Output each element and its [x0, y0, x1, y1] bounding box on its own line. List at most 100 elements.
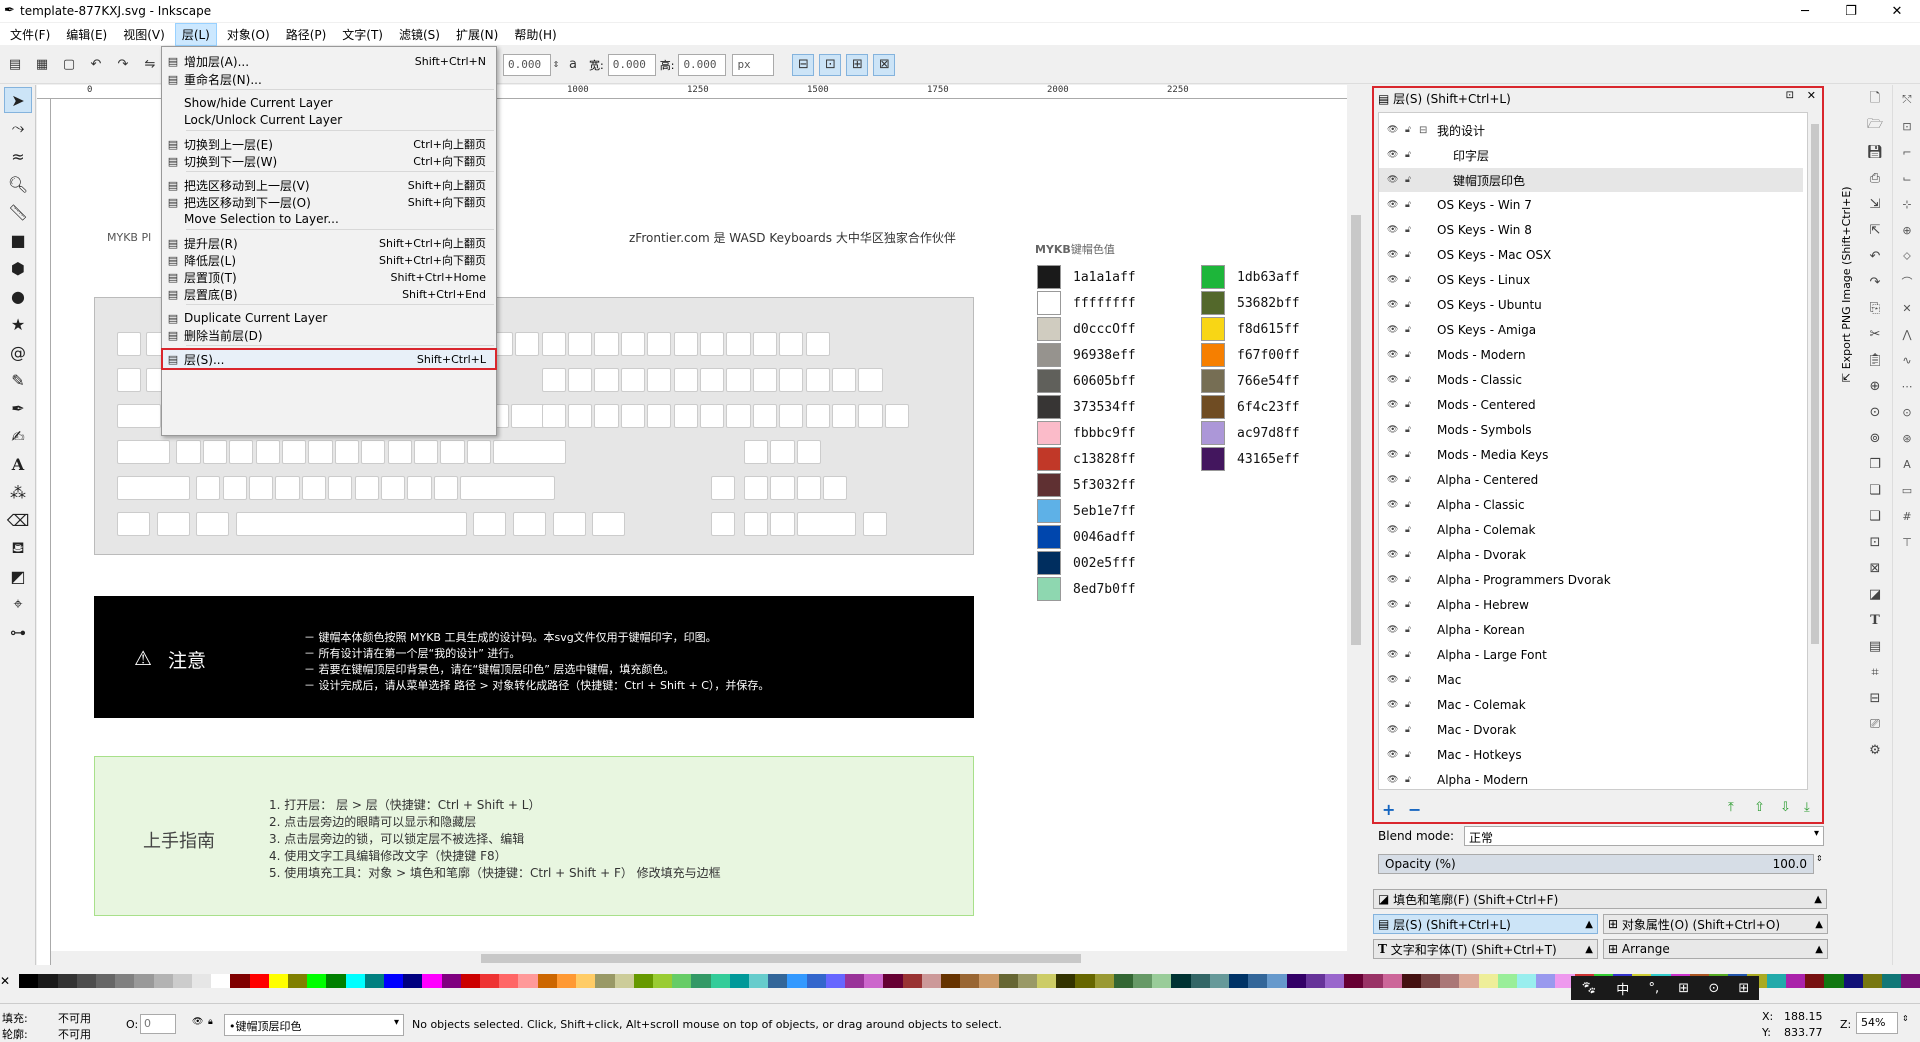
snap-guide-icon[interactable]: ⊤: [1897, 531, 1917, 553]
menu-3[interactable]: 层(L): [174, 22, 217, 46]
palette-swatch[interactable]: [1075, 974, 1095, 988]
layer-row[interactable]: 👁︎ 🔓︎ Alpha - Modern: [1379, 768, 1803, 789]
layer-eye-icon[interactable]: 👁︎: [1387, 600, 1401, 610]
layer-lock-icon[interactable]: 🔓︎: [1405, 775, 1419, 785]
menu-item-3[interactable]: Lock/Unlock Current Layer: [162, 110, 496, 130]
keycap[interactable]: [700, 404, 725, 428]
layer-eye-icon[interactable]: 👁︎: [1387, 150, 1401, 160]
color-swatch[interactable]: [1037, 291, 1061, 315]
layer-row[interactable]: 👁︎ 🔓︎ Mac: [1379, 668, 1803, 692]
palette-swatch[interactable]: [480, 974, 500, 988]
layer-lock-icon[interactable]: 🔓︎: [1405, 650, 1419, 660]
keycap[interactable]: [156, 512, 190, 536]
keycap[interactable]: [117, 332, 142, 356]
keycap[interactable]: [770, 440, 795, 464]
palette-swatch[interactable]: [1401, 974, 1422, 988]
palette-swatch[interactable]: [1881, 974, 1902, 988]
menu-item-12[interactable]: ▤ 层置底(B) Shift+Ctrl+End: [162, 284, 496, 304]
palette-swatch[interactable]: [595, 974, 615, 988]
guide-box[interactable]: 上手指南 1. 打开层： 层 > 层（快捷键：Ctrl + Shift + L）…: [94, 756, 974, 916]
keycap[interactable]: [407, 476, 432, 500]
palette-swatch[interactable]: [1901, 974, 1920, 988]
palette-swatch[interactable]: [672, 974, 692, 988]
layer-row[interactable]: 👁︎ 🔓︎ OS Keys - Amiga: [1379, 318, 1803, 342]
menu-6[interactable]: 文字(T): [336, 24, 389, 45]
keycap[interactable]: [249, 476, 274, 500]
palette-swatch[interactable]: [864, 974, 884, 988]
keycap[interactable]: [620, 404, 645, 428]
add-layer-icon[interactable]: +: [1382, 800, 1395, 819]
layer-row[interactable]: 👁︎ 🔓︎ Alpha - Programmers Dvorak: [1379, 568, 1803, 592]
palette-swatch[interactable]: [96, 974, 116, 988]
layer-lock-icon[interactable]: 🔓︎: [1405, 125, 1419, 135]
duplicate-icon[interactable]: ❐: [1864, 453, 1886, 475]
keycap[interactable]: [752, 404, 777, 428]
palette-swatch[interactable]: [38, 974, 58, 988]
snap-bbox-mid-icon[interactable]: ⊹: [1897, 193, 1917, 215]
layer-eye-icon[interactable]: 👁︎: [1387, 725, 1401, 735]
palette-swatch[interactable]: [979, 974, 999, 988]
palette-swatch[interactable]: [1824, 974, 1844, 988]
palette-swatch[interactable]: [422, 974, 442, 988]
snap-smooth-icon[interactable]: ∿: [1897, 349, 1917, 371]
keycap[interactable]: [744, 440, 769, 464]
layers-cmd-icon[interactable]: ▤: [1864, 635, 1886, 657]
opacity-o-input[interactable]: 0: [140, 1014, 176, 1034]
layer-row[interactable]: 👁︎ 🔓︎ Alpha - Korean: [1379, 618, 1803, 642]
zoom-page-icon[interactable]: ⊚: [1864, 427, 1886, 449]
keycap[interactable]: [805, 404, 830, 428]
palette-swatch[interactable]: [1152, 974, 1172, 988]
palette-swatch[interactable]: [1248, 974, 1268, 988]
palette-swatch[interactable]: [787, 974, 807, 988]
palette-swatch[interactable]: [288, 974, 308, 988]
cut-icon[interactable]: ✂: [1864, 323, 1886, 345]
palette-swatch[interactable]: [345, 974, 365, 988]
save-icon[interactable]: 💾︎: [1864, 141, 1886, 163]
keycap[interactable]: [301, 476, 326, 500]
layer-eye-icon[interactable]: 👁︎: [1387, 400, 1401, 410]
group-icon[interactable]: ⊡: [1864, 531, 1886, 553]
keycap[interactable]: [779, 404, 804, 428]
import-icon[interactable]: ⇲: [1864, 193, 1886, 215]
palette-swatch[interactable]: [230, 974, 250, 988]
layer-row[interactable]: 👁︎ 🔓︎ Mods - Classic: [1379, 368, 1803, 392]
palette-swatch[interactable]: [1459, 974, 1479, 988]
layer-lock-icon[interactable]: 🔓︎: [1405, 500, 1419, 510]
keycap[interactable]: [196, 476, 221, 500]
layer-lock-icon[interactable]: 🔓︎: [1405, 350, 1419, 360]
gradient-tool-icon[interactable]: ◩: [4, 563, 32, 589]
palette-swatch[interactable]: [921, 974, 941, 988]
spray-tool-icon[interactable]: ⁂: [4, 479, 32, 505]
palette-swatch[interactable]: [153, 974, 173, 988]
open-icon[interactable]: 🗁︎: [1864, 115, 1886, 137]
paste-icon[interactable]: 📋︎: [1864, 349, 1886, 371]
palette-swatch[interactable]: [460, 974, 481, 988]
menu-5[interactable]: 路径(P): [280, 24, 333, 45]
snap-midpoint-icon[interactable]: ⋯: [1897, 375, 1917, 397]
unlink-clone-icon[interactable]: ❑: [1864, 505, 1886, 527]
palette-swatch[interactable]: [307, 974, 327, 988]
color-swatch[interactable]: [1037, 551, 1061, 575]
layer-eye-icon[interactable]: 👁︎: [1387, 450, 1401, 460]
stroke-value[interactable]: 不可用: [58, 1026, 91, 1042]
keycap[interactable]: [620, 332, 645, 356]
fill-stroke-cmd-icon[interactable]: ◪: [1864, 583, 1886, 605]
w-input[interactable]: 0.000: [607, 53, 656, 76]
canvas-vertical-scrollbar[interactable]: [1347, 85, 1365, 965]
palette-swatch[interactable]: [134, 974, 154, 988]
layer-bottom-icon[interactable]: ⤓: [1804, 800, 1810, 815]
palette-swatch[interactable]: [1305, 974, 1326, 988]
layer-eye-icon[interactable]: 👁︎: [1387, 550, 1401, 560]
layer-row[interactable]: 👁︎ 🔓︎ OS Keys - Linux: [1379, 268, 1803, 292]
keycap[interactable]: [541, 404, 566, 428]
keycap[interactable]: [594, 332, 619, 356]
layer-lock-icon[interactable]: 🔓︎: [1405, 425, 1419, 435]
keycap[interactable]: [222, 476, 247, 500]
layers-scrollbar[interactable]: [1809, 112, 1821, 790]
layer-row[interactable]: 👁︎ 🔓︎ OS Keys - Win 7: [1379, 193, 1803, 217]
remove-layer-icon[interactable]: −: [1408, 800, 1421, 819]
layer-row[interactable]: 👁︎ 🔓︎ Mac - Hotkeys: [1379, 743, 1803, 767]
keycap[interactable]: [726, 368, 751, 392]
palette-swatch[interactable]: [556, 974, 577, 988]
keycap[interactable]: [414, 440, 439, 464]
